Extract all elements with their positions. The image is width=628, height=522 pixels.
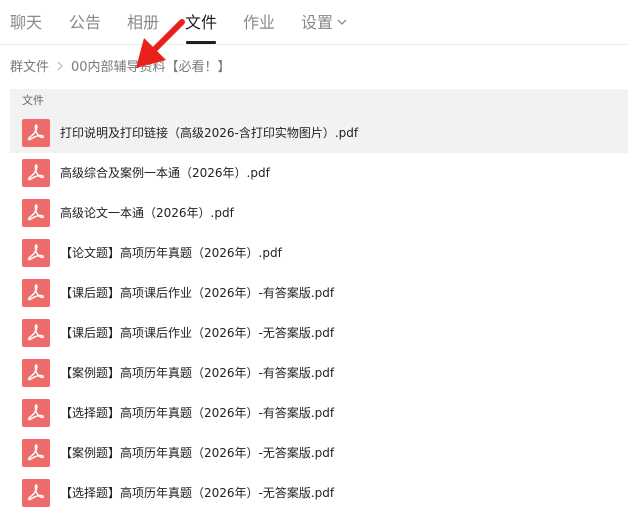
file-row[interactable]: 【案例题】高项历年真题（2026年）-有答案版.pdf — [10, 353, 628, 393]
file-name: 【课后题】高项课后作业（2026年）-无答案版.pdf — [60, 326, 335, 340]
file-name: 【案例题】高项历年真题（2026年）-有答案版.pdf — [60, 366, 335, 380]
file-row[interactable]: 【选择题】高项历年真题（2026年）-无答案版.pdf — [10, 473, 628, 513]
file-row[interactable]: 【选择题】高项历年真题（2026年）-有答案版.pdf — [10, 393, 628, 433]
tab-settings-label: 设置 — [301, 13, 334, 32]
tab-files[interactable]: 文件 — [185, 12, 217, 34]
pdf-icon — [22, 159, 50, 187]
active-tab-indicator — [186, 41, 216, 44]
breadcrumb-current: 00内部辅导资料【必看！】 — [71, 60, 231, 75]
pdf-icon — [22, 119, 50, 147]
pdf-icon — [22, 199, 50, 227]
file-row[interactable]: 高级综合及案例一本通（2026年）.pdf — [10, 153, 628, 193]
file-row[interactable]: 高级论文一本通（2026年）.pdf — [10, 193, 628, 233]
tab-homework[interactable]: 作业 — [243, 12, 275, 34]
pdf-icon — [22, 399, 50, 427]
file-row[interactable]: 【案例题】高项历年真题（2026年）-无答案版.pdf — [10, 433, 628, 473]
tab-album[interactable]: 相册 — [127, 12, 159, 34]
file-name: 【选择题】高项历年真题（2026年）-无答案版.pdf — [60, 486, 335, 500]
file-list: 打印说明及打印链接（高级2026-含打印实物图片）.pdf 高级综合及案例一本通… — [10, 113, 628, 513]
pdf-icon — [22, 359, 50, 387]
file-list-header: 文件 — [10, 89, 628, 113]
pdf-icon — [22, 239, 50, 267]
tab-chat[interactable]: 聊天 — [10, 12, 42, 34]
breadcrumb-root[interactable]: 群文件 — [10, 60, 49, 75]
tab-bar: 聊天 公告 相册 文件 作业 设置 — [0, 0, 628, 45]
file-row[interactable]: 【论文题】高项历年真题（2026年）.pdf — [10, 233, 628, 273]
group-files-page: 聊天 公告 相册 文件 作业 设置 群文件 00内部辅导资料【必看！】 文件 打… — [0, 0, 628, 522]
breadcrumb: 群文件 00内部辅导资料【必看！】 — [10, 58, 231, 78]
file-name: 【论文题】高项历年真题（2026年）.pdf — [60, 246, 282, 260]
file-name: 高级论文一本通（2026年）.pdf — [60, 206, 234, 220]
file-name: 高级综合及案例一本通（2026年）.pdf — [60, 166, 270, 180]
chevron-down-icon — [337, 12, 347, 34]
tab-settings[interactable]: 设置 — [301, 12, 347, 34]
tab-announcements[interactable]: 公告 — [69, 12, 101, 34]
file-row[interactable]: 【课后题】高项课后作业（2026年）-无答案版.pdf — [10, 313, 628, 353]
pdf-icon — [22, 279, 50, 307]
file-name: 打印说明及打印链接（高级2026-含打印实物图片）.pdf — [60, 126, 359, 140]
file-name: 【选择题】高项历年真题（2026年）-有答案版.pdf — [60, 406, 335, 420]
file-list-header-label: 文件 — [22, 94, 44, 107]
pdf-icon — [22, 439, 50, 467]
file-row[interactable]: 【课后题】高项课后作业（2026年）-有答案版.pdf — [10, 273, 628, 313]
pdf-icon — [22, 479, 50, 507]
file-name: 【课后题】高项课后作业（2026年）-有答案版.pdf — [60, 286, 335, 300]
pdf-icon — [22, 319, 50, 347]
chevron-right-icon — [57, 58, 63, 78]
file-row[interactable]: 打印说明及打印链接（高级2026-含打印实物图片）.pdf — [10, 113, 628, 153]
file-name: 【案例题】高项历年真题（2026年）-无答案版.pdf — [60, 446, 335, 460]
